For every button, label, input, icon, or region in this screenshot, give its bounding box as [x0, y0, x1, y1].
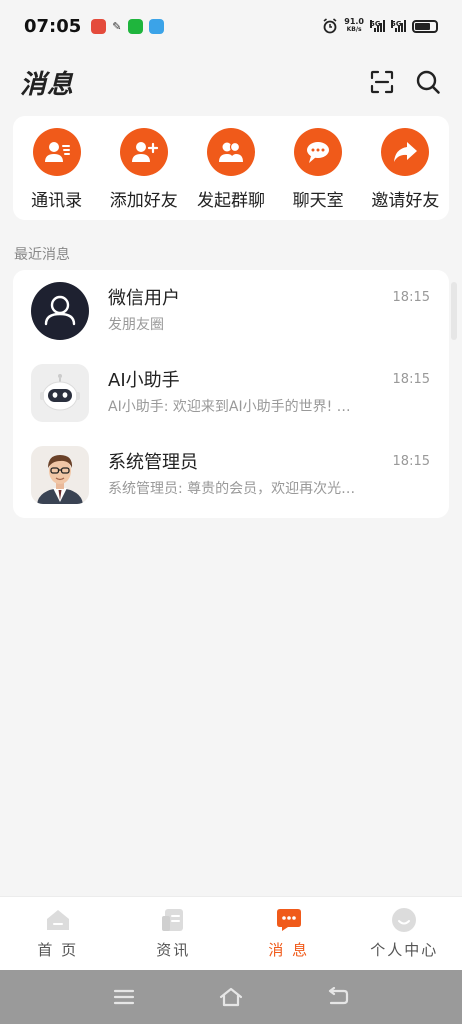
tab-label: 首 页 — [37, 941, 79, 959]
tab-profile[interactable]: 个人中心 — [347, 897, 462, 970]
page-header: 消息 — [0, 56, 462, 108]
quick-action-label: 通讯录 — [31, 191, 83, 211]
quick-action-contacts[interactable]: 通讯录 — [15, 128, 99, 211]
scan-button[interactable] — [368, 68, 396, 96]
wechat-icon — [127, 18, 143, 34]
message-time: 18:15 — [392, 290, 430, 305]
status-bar: 07:05 ✎ 91.0 KB/s 5G 5G — [0, 0, 462, 52]
back-nav-button[interactable] — [325, 986, 351, 1008]
battery-fill — [415, 22, 430, 30]
header-actions — [368, 68, 442, 96]
status-right: 91.0 KB/s 5G 5G — [322, 18, 438, 34]
net-speed: 91.0 KB/s — [344, 18, 364, 34]
tab-label: 资讯 — [156, 941, 191, 959]
message-sender: 系统管理员 — [108, 452, 198, 473]
tab-news[interactable]: 资讯 — [116, 897, 232, 970]
share-icon — [381, 128, 430, 176]
quick-actions-card: 通讯录 添加好友 发起群聊 聊天室 邀请好友 — [13, 116, 449, 220]
system-nav-bar — [0, 970, 462, 1024]
tab-label: 消 息 — [268, 941, 310, 959]
message-time: 18:15 — [392, 454, 430, 469]
app-notification-icon — [91, 18, 107, 34]
quick-action-label: 聊天室 — [292, 191, 344, 211]
message-icon — [275, 907, 303, 933]
menu-nav-button[interactable] — [111, 986, 137, 1008]
signal-2-icon: 5G — [391, 20, 406, 32]
quick-action-chat-room[interactable]: 聊天室 — [276, 128, 360, 211]
home-nav-button[interactable] — [218, 986, 244, 1008]
scrollbar[interactable] — [451, 282, 457, 340]
signal-1-label: 5G — [370, 20, 381, 28]
alarm-icon — [323, 18, 337, 34]
net-speed-value: 91.0 — [344, 17, 364, 26]
message-sender: AI小助手 — [108, 370, 180, 391]
quick-action-label: 邀请好友 — [371, 191, 440, 211]
signal-1-icon: 5G — [370, 20, 385, 32]
quick-action-invite[interactable]: 邀请好友 — [363, 128, 447, 211]
battery-icon — [412, 19, 438, 33]
quick-action-label: 发起群聊 — [196, 191, 265, 211]
add-friend-icon — [119, 128, 168, 176]
group-chat-icon — [206, 128, 255, 176]
page-title: 消息 — [20, 69, 75, 100]
menu-icon — [113, 989, 134, 1005]
contacts-icon — [32, 128, 81, 176]
status-time: 07:05 — [24, 15, 82, 37]
search-icon — [416, 70, 440, 94]
back-icon — [329, 987, 349, 1005]
signal-2-label: 5G — [391, 20, 402, 28]
pen-icon: ✎ — [112, 19, 122, 33]
message-item[interactable]: 系统管理员 系统管理员: 尊贵的会员，欢迎再次光… 18:15 — [13, 434, 449, 516]
message-item[interactable]: 微信用户 发朋友圈 18:15 — [13, 270, 449, 352]
message-list: 微信用户 发朋友圈 18:15 AI小助手 AI小助手: 欢迎来到AI小助手的世… — [13, 270, 449, 518]
tab-label: 个人中心 — [370, 941, 439, 959]
profile-icon — [390, 907, 418, 933]
tab-home[interactable]: 首 页 — [0, 897, 116, 970]
cloud-icon — [148, 18, 164, 34]
message-time: 18:15 — [392, 372, 430, 387]
message-preview: AI小助手: 欢迎来到AI小助手的世界! … — [108, 399, 351, 415]
bottom-tab-bar: 首 页 资讯 消 息 个人中心 — [0, 896, 462, 970]
screen: 07:05 ✎ 91.0 KB/s 5G 5G 消息 通讯录 添加好友 发起群聊… — [0, 0, 462, 1024]
search-button[interactable] — [414, 68, 442, 96]
notification-icons: ✎ — [91, 18, 164, 34]
message-preview: 发朋友圈 — [108, 317, 164, 333]
admin-avatar — [31, 446, 89, 504]
chat-room-icon — [294, 128, 343, 176]
scan-icon — [370, 70, 394, 94]
recent-messages-label: 最近消息 — [14, 247, 70, 263]
home-nav-icon — [219, 987, 243, 1007]
message-preview: 系统管理员: 尊贵的会员，欢迎再次光… — [108, 481, 356, 497]
quick-action-label: 添加好友 — [109, 191, 178, 211]
message-sender: 微信用户 — [108, 288, 180, 309]
news-icon — [159, 907, 187, 933]
user-avatar — [31, 282, 89, 340]
home-icon — [44, 907, 72, 933]
quick-action-group-chat[interactable]: 发起群聊 — [189, 128, 273, 211]
message-item[interactable]: AI小助手 AI小助手: 欢迎来到AI小助手的世界! … 18:15 — [13, 352, 449, 434]
tab-messages[interactable]: 消 息 — [231, 897, 347, 970]
quick-action-add-friend[interactable]: 添加好友 — [102, 128, 186, 211]
robot-avatar — [31, 364, 89, 422]
net-speed-unit: KB/s — [346, 26, 362, 33]
